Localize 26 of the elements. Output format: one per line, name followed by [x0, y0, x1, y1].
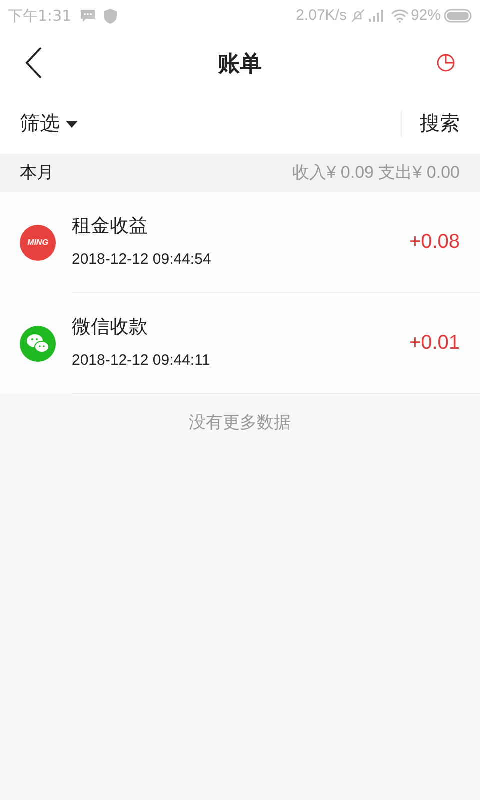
- shield-icon: [104, 8, 117, 24]
- status-time: 下午1:31: [8, 6, 72, 27]
- battery-level: 92%: [410, 6, 441, 26]
- transaction-time: 2018-12-12 09:44:11: [72, 351, 212, 371]
- battery-icon: [444, 9, 472, 23]
- filter-dropdown[interactable]: 筛选: [20, 109, 78, 139]
- transaction-amount: +0.01: [409, 331, 460, 356]
- message-icon: [80, 9, 96, 23]
- caret-icon: [66, 120, 78, 128]
- back-icon[interactable]: [24, 46, 44, 80]
- transaction-amount: +0.08: [409, 230, 460, 255]
- signal-icon: [368, 10, 385, 22]
- wifi-icon: [390, 9, 409, 23]
- logo-icon: MING: [20, 224, 56, 260]
- month-summary: 收入¥ 0.09 支出¥ 0.00: [292, 162, 460, 184]
- chat-bubbles-icon: [20, 326, 56, 362]
- transaction-title: 租金收益: [72, 214, 149, 238]
- month-label: 本月: [20, 162, 54, 184]
- search-button[interactable]: 搜索: [420, 109, 460, 139]
- transaction-time: 2018-12-12 09:44:54: [72, 250, 212, 270]
- mute-icon: [350, 9, 365, 23]
- network-speed: 2.07K/s: [296, 6, 347, 26]
- transaction-title: 微信收款: [72, 316, 149, 340]
- pie-chart-icon[interactable]: [436, 53, 456, 73]
- page-title: 账单: [218, 50, 262, 78]
- no-more-data: 没有更多数据: [189, 412, 291, 434]
